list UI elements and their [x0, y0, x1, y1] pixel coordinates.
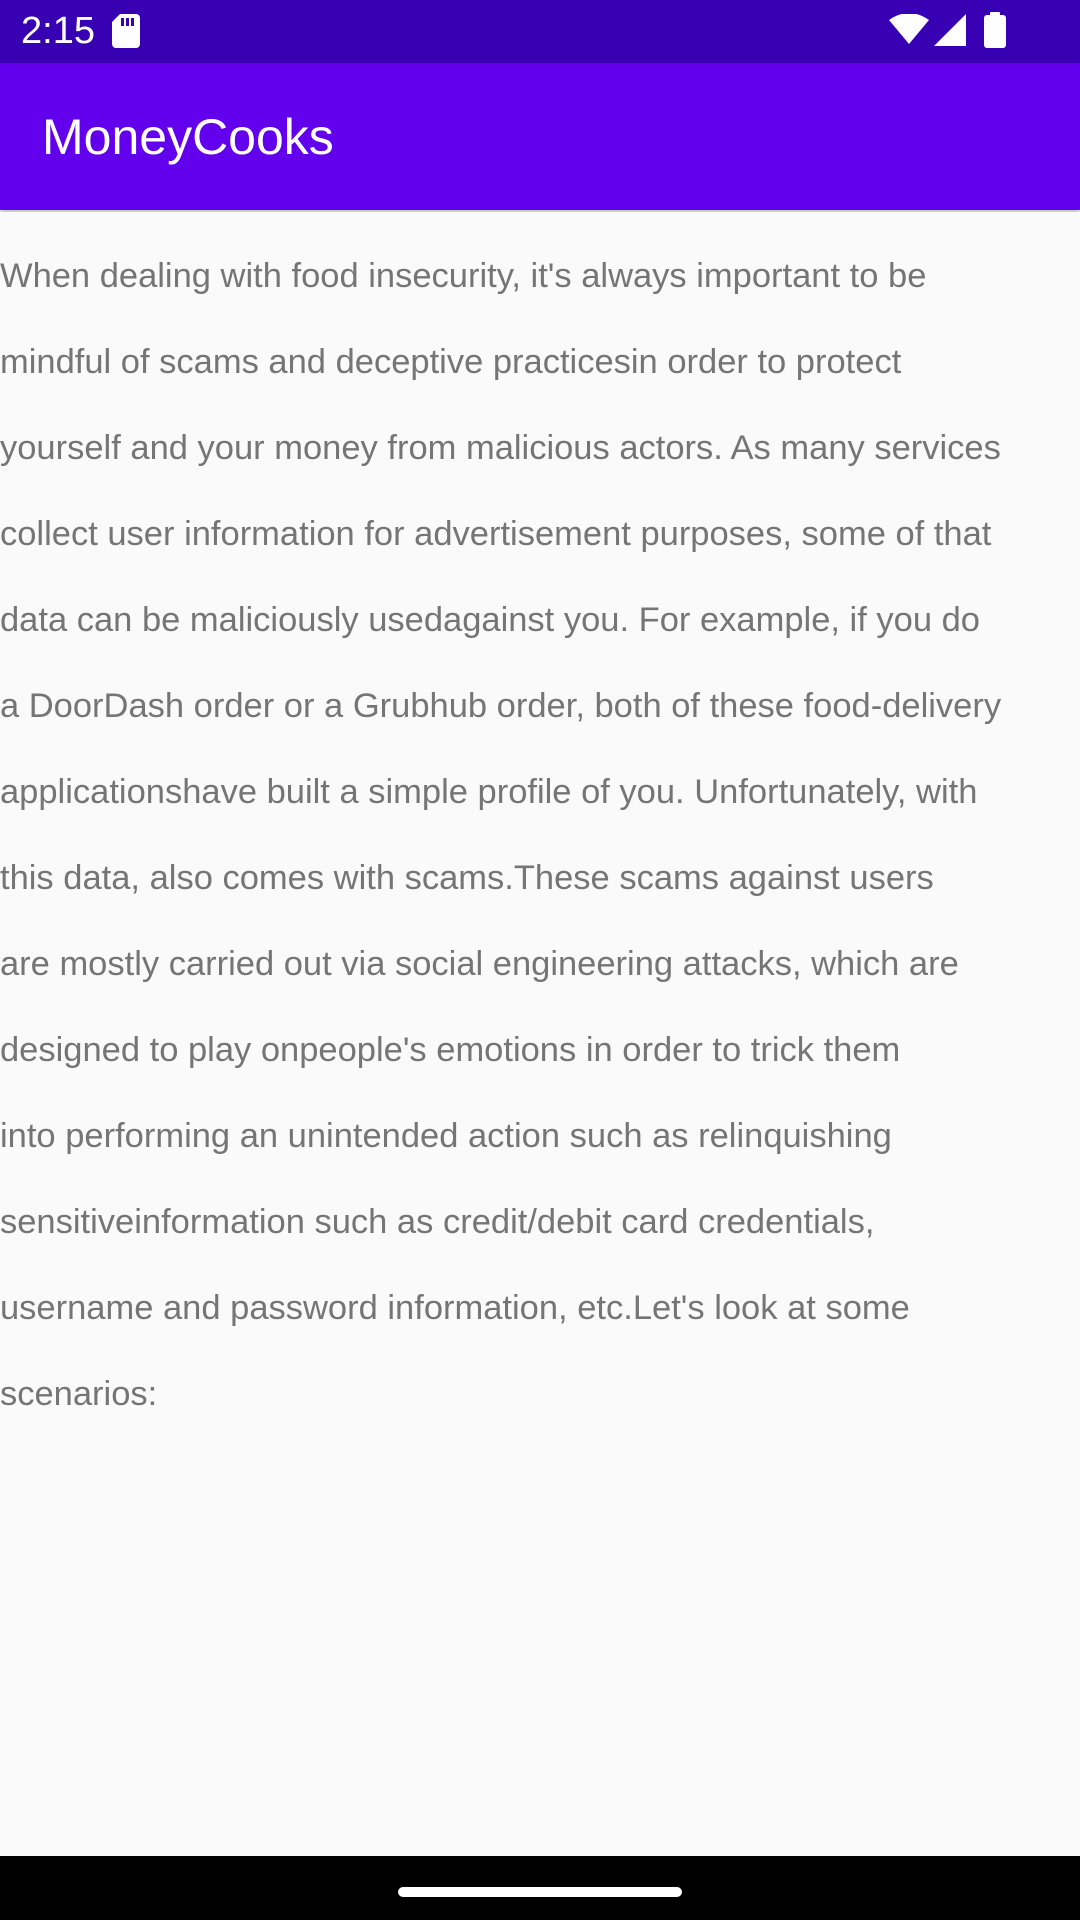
- text-line: scenarios:: [0, 1375, 158, 1413]
- text-line: applicationshave built a simple profile …: [0, 773, 978, 811]
- text-line: mindful of scams and deceptive practices…: [0, 343, 902, 381]
- status-bar: 2:15: [0, 0, 1080, 63]
- app-title: MoneyCooks: [42, 109, 334, 165]
- wifi-icon: [889, 13, 929, 46]
- navigation-bar: [0, 1856, 1080, 1920]
- text-line: When dealing with food insecurity, it's …: [0, 257, 927, 295]
- text-line: are mostly carried out via social engine…: [0, 945, 959, 983]
- text-line: this data, also comes with scams.These s…: [0, 859, 934, 897]
- text-line: a DoorDash order or a Grubhub order, bot…: [0, 687, 1002, 725]
- text-line: username and password information, etc.L…: [0, 1289, 910, 1327]
- home-gesture-handle[interactable]: [398, 1887, 682, 1897]
- text-line: into performing an unintended action suc…: [0, 1117, 892, 1155]
- cell-signal-icon: [934, 14, 966, 46]
- text-line: collect user information for advertiseme…: [0, 515, 992, 553]
- sd-card-icon: [112, 14, 140, 48]
- text-line: data can be maliciously usedagainst you.…: [0, 601, 980, 639]
- text-line: sensitiveinformation such as credit/debi…: [0, 1203, 875, 1241]
- content-area: When dealing with food insecurity, it's …: [0, 212, 1080, 1852]
- text-line: yourself and your money from malicious a…: [0, 429, 1001, 467]
- status-time: 2:15: [21, 10, 95, 52]
- article-text: When dealing with food insecurity, it's …: [0, 212, 1080, 1459]
- battery-icon: [984, 12, 1006, 48]
- text-line: designed to play onpeople's emotions in …: [0, 1031, 901, 1069]
- app-bar: MoneyCooks: [0, 63, 1080, 210]
